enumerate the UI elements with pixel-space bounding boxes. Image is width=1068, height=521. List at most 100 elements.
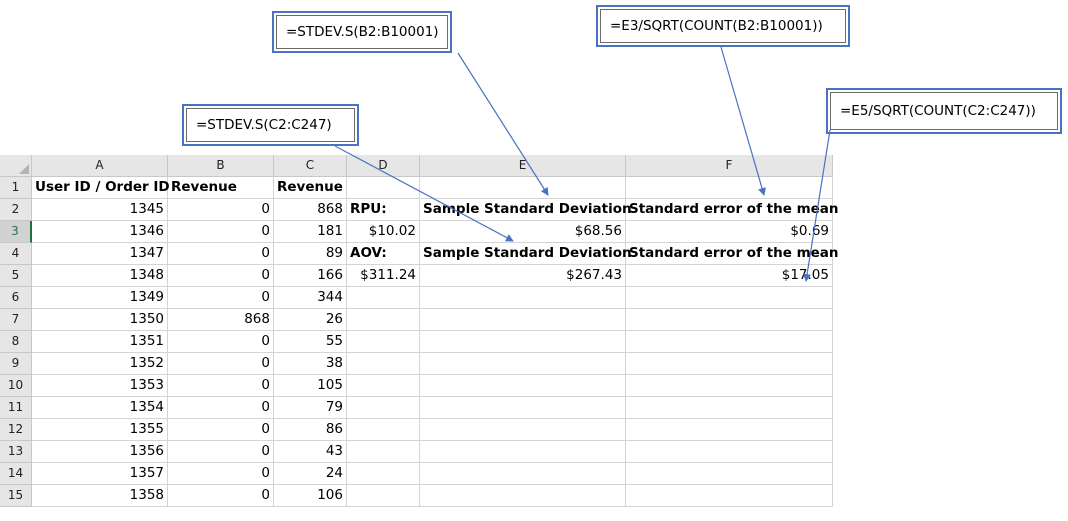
cell-f13[interactable] <box>626 441 833 463</box>
cell-d9[interactable] <box>347 353 420 375</box>
cell-f5[interactable]: $17.05 <box>626 265 833 287</box>
row-header-6[interactable]: 6 <box>0 287 32 309</box>
cell-e12[interactable] <box>420 419 626 441</box>
cell-a4[interactable]: 1347 <box>32 243 168 265</box>
cell-d12[interactable] <box>347 419 420 441</box>
cell-e4[interactable]: Sample Standard Deviation <box>420 243 632 265</box>
cell-c5[interactable]: 166 <box>274 265 347 287</box>
cell-b3[interactable]: 0 <box>168 221 274 243</box>
cell-c7[interactable]: 26 <box>274 309 347 331</box>
cell-d14[interactable] <box>347 463 420 485</box>
row-header-7[interactable]: 7 <box>0 309 32 331</box>
cell-b11[interactable]: 0 <box>168 397 274 419</box>
column-header-c[interactable]: C <box>274 155 347 177</box>
cell-c6[interactable]: 344 <box>274 287 347 309</box>
cell-a6[interactable]: 1349 <box>32 287 168 309</box>
cell-a11[interactable]: 1354 <box>32 397 168 419</box>
cell-f3[interactable]: $0.69 <box>626 221 833 243</box>
cell-e13[interactable] <box>420 441 626 463</box>
cell-c1[interactable]: Revenue <box>274 177 347 199</box>
row-header-1[interactable]: 1 <box>0 177 32 199</box>
row-header-3[interactable]: 3 <box>0 221 32 243</box>
row-header-13[interactable]: 13 <box>0 441 32 463</box>
cell-e7[interactable] <box>420 309 626 331</box>
cell-d8[interactable] <box>347 331 420 353</box>
cell-c3[interactable]: 181 <box>274 221 347 243</box>
row-header-4[interactable]: 4 <box>0 243 32 265</box>
cell-e8[interactable] <box>420 331 626 353</box>
cell-b5[interactable]: 0 <box>168 265 274 287</box>
column-header-f[interactable]: F <box>626 155 833 177</box>
cell-e3[interactable]: $68.56 <box>420 221 626 243</box>
cell-c12[interactable]: 86 <box>274 419 347 441</box>
cell-e14[interactable] <box>420 463 626 485</box>
cell-a15[interactable]: 1358 <box>32 485 168 507</box>
cell-a2[interactable]: 1345 <box>32 199 168 221</box>
cell-f8[interactable] <box>626 331 833 353</box>
cell-f12[interactable] <box>626 419 833 441</box>
cell-c14[interactable]: 24 <box>274 463 347 485</box>
cell-f11[interactable] <box>626 397 833 419</box>
cell-d4[interactable]: AOV: <box>347 243 420 265</box>
select-all-corner[interactable] <box>0 155 32 177</box>
row-header-11[interactable]: 11 <box>0 397 32 419</box>
cell-f1[interactable] <box>626 177 833 199</box>
cell-c2[interactable]: 868 <box>274 199 347 221</box>
cell-a12[interactable]: 1355 <box>32 419 168 441</box>
cell-c15[interactable]: 106 <box>274 485 347 507</box>
cell-d13[interactable] <box>347 441 420 463</box>
cell-a3[interactable]: 1346 <box>32 221 168 243</box>
cell-a8[interactable]: 1351 <box>32 331 168 353</box>
cell-e2[interactable]: Sample Standard Deviation <box>420 199 632 221</box>
cell-a10[interactable]: 1353 <box>32 375 168 397</box>
cell-b15[interactable]: 0 <box>168 485 274 507</box>
row-header-5[interactable]: 5 <box>0 265 32 287</box>
cell-c13[interactable]: 43 <box>274 441 347 463</box>
row-header-10[interactable]: 10 <box>0 375 32 397</box>
cell-f6[interactable] <box>626 287 833 309</box>
cell-c11[interactable]: 79 <box>274 397 347 419</box>
cell-f2[interactable]: Standard error of the mean <box>626 199 839 221</box>
cell-f9[interactable] <box>626 353 833 375</box>
row-header-8[interactable]: 8 <box>0 331 32 353</box>
row-header-9[interactable]: 9 <box>0 353 32 375</box>
row-header-2[interactable]: 2 <box>0 199 32 221</box>
column-header-b[interactable]: B <box>168 155 274 177</box>
cell-c10[interactable]: 105 <box>274 375 347 397</box>
cell-e1[interactable] <box>420 177 626 199</box>
cell-d5[interactable]: $311.24 <box>347 265 420 287</box>
cell-a1[interactable]: User ID / Order ID <box>32 177 170 199</box>
cell-a9[interactable]: 1352 <box>32 353 168 375</box>
cell-a14[interactable]: 1357 <box>32 463 168 485</box>
cell-c4[interactable]: 89 <box>274 243 347 265</box>
cell-c9[interactable]: 38 <box>274 353 347 375</box>
cell-d1[interactable] <box>347 177 420 199</box>
cell-b9[interactable]: 0 <box>168 353 274 375</box>
row-header-15[interactable]: 15 <box>0 485 32 507</box>
cell-c8[interactable]: 55 <box>274 331 347 353</box>
cell-a7[interactable]: 1350 <box>32 309 168 331</box>
cell-b12[interactable]: 0 <box>168 419 274 441</box>
cell-b7[interactable]: 868 <box>168 309 274 331</box>
column-header-d[interactable]: D <box>347 155 420 177</box>
cell-e9[interactable] <box>420 353 626 375</box>
column-header-e[interactable]: E <box>420 155 626 177</box>
cell-b10[interactable]: 0 <box>168 375 274 397</box>
cell-e5[interactable]: $267.43 <box>420 265 626 287</box>
cell-b2[interactable]: 0 <box>168 199 274 221</box>
cell-d7[interactable] <box>347 309 420 331</box>
cell-b14[interactable]: 0 <box>168 463 274 485</box>
cell-a13[interactable]: 1356 <box>32 441 168 463</box>
cell-d11[interactable] <box>347 397 420 419</box>
cell-b4[interactable]: 0 <box>168 243 274 265</box>
cell-f4[interactable]: Standard error of the mean <box>626 243 839 265</box>
column-header-a[interactable]: A <box>32 155 168 177</box>
cell-b1[interactable]: Revenue <box>168 177 274 199</box>
cell-f15[interactable] <box>626 485 833 507</box>
cell-d6[interactable] <box>347 287 420 309</box>
cell-a5[interactable]: 1348 <box>32 265 168 287</box>
cell-e10[interactable] <box>420 375 626 397</box>
cell-d3[interactable]: $10.02 <box>347 221 420 243</box>
row-header-14[interactable]: 14 <box>0 463 32 485</box>
cell-f14[interactable] <box>626 463 833 485</box>
